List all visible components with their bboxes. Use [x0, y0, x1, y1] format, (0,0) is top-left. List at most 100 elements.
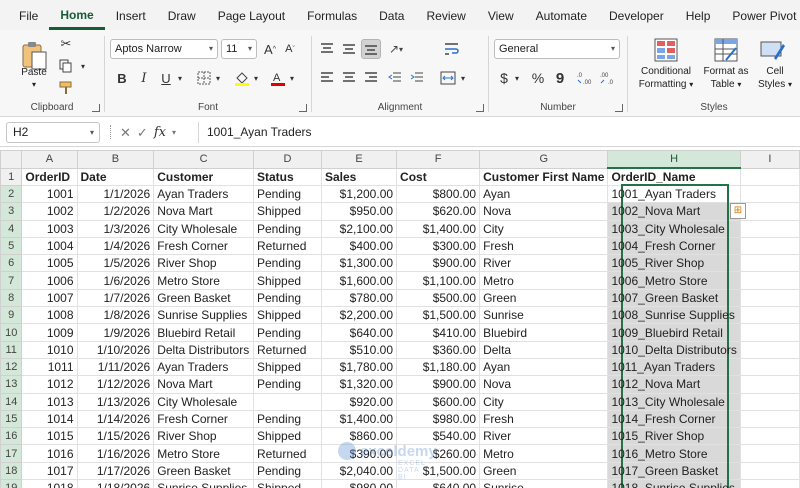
menu-tab-insert[interactable]: Insert: [105, 4, 157, 30]
cell-c-7[interactable]: Metro Store: [153, 271, 254, 290]
cell-g-2[interactable]: Ayan: [479, 184, 609, 204]
cell-e-11[interactable]: $510.00: [320, 340, 398, 359]
cell-e-4[interactable]: $2,100.00: [320, 219, 398, 238]
column-header-f[interactable]: F: [396, 150, 481, 169]
italic-button[interactable]: I: [135, 68, 153, 88]
merge-center-button[interactable]: [438, 68, 458, 88]
cell-f-13[interactable]: $900.00: [396, 375, 481, 394]
increase-indent-button[interactable]: [407, 68, 427, 88]
cell-g-16[interactable]: River: [479, 427, 609, 446]
cell-d-17[interactable]: Returned: [253, 444, 322, 463]
row-header[interactable]: 16: [0, 427, 23, 446]
align-top-button[interactable]: [317, 39, 337, 59]
cell-c-3[interactable]: Nova Mart: [153, 202, 254, 221]
comma-button[interactable]: 9: [552, 68, 568, 88]
cell-b-11[interactable]: 1/10/2026: [76, 340, 155, 359]
cell-b-17[interactable]: 1/16/2026: [76, 444, 155, 463]
row-header[interactable]: 6: [0, 254, 23, 273]
cell-c-18[interactable]: Green Basket: [153, 461, 254, 481]
cell-c-19[interactable]: Sunrise Supplies: [153, 479, 254, 488]
cell-i-10[interactable]: [739, 323, 800, 342]
cell-e-15[interactable]: $1,400.00: [320, 409, 398, 429]
check-icon[interactable]: ✓: [137, 125, 148, 141]
cell-c-4[interactable]: City Wholesale: [153, 219, 254, 238]
cell-i-8[interactable]: [739, 288, 800, 308]
cell-g-9[interactable]: Sunrise: [479, 306, 609, 325]
cancel-icon[interactable]: ✕: [120, 125, 131, 141]
number-format-select[interactable]: General ▾: [494, 39, 620, 59]
cell-e-1[interactable]: Sales: [320, 167, 398, 186]
formula-bar-grip[interactable]: [110, 125, 113, 139]
cell-f-8[interactable]: $500.00: [396, 288, 481, 308]
cell-d-4[interactable]: Pending: [253, 219, 322, 238]
cut-button[interactable]: ✂: [58, 36, 74, 52]
cell-b-10[interactable]: 1/9/2026: [76, 323, 155, 342]
cell-f-9[interactable]: $1,500.00: [396, 306, 481, 325]
cell-d-19[interactable]: Shipped: [253, 479, 322, 488]
cell-f-15[interactable]: $980.00: [396, 409, 481, 429]
cell-g-15[interactable]: Fresh: [479, 409, 609, 429]
cell-a-10[interactable]: 1009: [21, 323, 78, 342]
column-header-c[interactable]: C: [153, 150, 254, 169]
column-header-b[interactable]: B: [76, 150, 155, 169]
cell-g-6[interactable]: River: [479, 254, 609, 273]
cell-a-4[interactable]: 1003: [21, 219, 78, 238]
row-header[interactable]: 17: [0, 444, 23, 463]
format-painter-button[interactable]: [58, 80, 74, 96]
cell-h-12[interactable]: 1011_Ayan Traders: [607, 357, 741, 377]
fill-color-caret-icon[interactable]: ▾: [251, 68, 261, 88]
wrap-text-button[interactable]: [442, 39, 462, 59]
cell-f-5[interactable]: $300.00: [396, 236, 481, 256]
fill-color-button[interactable]: [233, 68, 251, 88]
cell-i-19[interactable]: [739, 479, 800, 488]
orientation-button[interactable]: ↗ ▾: [385, 39, 407, 59]
cell-c-8[interactable]: Green Basket: [153, 288, 254, 308]
cell-b-12[interactable]: 1/11/2026: [76, 357, 155, 377]
menu-tab-view[interactable]: View: [477, 4, 525, 30]
cell-h-6[interactable]: 1005_River Shop: [607, 254, 741, 273]
cell-a-19[interactable]: 1018: [21, 479, 78, 488]
row-header[interactable]: 5: [0, 236, 23, 256]
cell-a-15[interactable]: 1014: [21, 409, 78, 429]
cell-h-13[interactable]: 1012_Nova Mart: [607, 375, 741, 394]
cell-h-1[interactable]: OrderID_Name: [607, 167, 741, 186]
cell-a-3[interactable]: 1002: [21, 202, 78, 221]
menu-tab-home[interactable]: Home: [49, 4, 105, 30]
cell-e-10[interactable]: $640.00: [320, 323, 398, 342]
cell-i-15[interactable]: [739, 409, 800, 429]
cell-a-17[interactable]: 1016: [21, 444, 78, 463]
cell-b-19[interactable]: 1/18/2026: [76, 479, 155, 488]
cell-h-5[interactable]: 1004_Fresh Corner: [607, 236, 741, 256]
cell-g-10[interactable]: Bluebird: [479, 323, 609, 342]
cell-g-19[interactable]: Sunrise: [479, 479, 609, 488]
cell-f-7[interactable]: $1,100.00: [396, 271, 481, 290]
cell-h-19[interactable]: 1018_Sunrise Supplies: [607, 479, 741, 488]
cell-e-19[interactable]: $980.00: [320, 479, 398, 488]
cell-d-15[interactable]: Pending: [253, 409, 322, 429]
cell-d-11[interactable]: Returned: [253, 340, 322, 359]
cell-d-16[interactable]: Shipped: [253, 427, 322, 446]
cell-e-13[interactable]: $1,320.00: [320, 375, 398, 394]
cell-a-16[interactable]: 1015: [21, 427, 78, 446]
cell-b-15[interactable]: 1/14/2026: [76, 409, 155, 429]
align-right-button[interactable]: [361, 68, 381, 88]
underline-button[interactable]: U: [157, 68, 175, 88]
font-color-button[interactable]: A: [269, 68, 287, 88]
cell-c-12[interactable]: Ayan Traders: [153, 357, 254, 377]
increase-decimal-button[interactable]: .0.00: [576, 68, 596, 88]
cell-f-10[interactable]: $410.00: [396, 323, 481, 342]
column-header-d[interactable]: D: [253, 150, 322, 169]
menu-tab-draw[interactable]: Draw: [157, 4, 207, 30]
cell-c-10[interactable]: Bluebird Retail: [153, 323, 254, 342]
increase-font-button[interactable]: A ^: [261, 39, 279, 59]
cell-f-11[interactable]: $360.00: [396, 340, 481, 359]
cell-b-9[interactable]: 1/8/2026: [76, 306, 155, 325]
align-bottom-button[interactable]: [361, 39, 381, 59]
cell-e-7[interactable]: $1,600.00: [320, 271, 398, 290]
flash-fill-options-icon[interactable]: ⊞: [730, 203, 746, 219]
cell-b-7[interactable]: 1/6/2026: [76, 271, 155, 290]
cell-d-5[interactable]: Returned: [253, 236, 322, 256]
cell-c-16[interactable]: River Shop: [153, 427, 254, 446]
cell-f-4[interactable]: $1,400.00: [396, 219, 481, 238]
cell-d-9[interactable]: Shipped: [253, 306, 322, 325]
